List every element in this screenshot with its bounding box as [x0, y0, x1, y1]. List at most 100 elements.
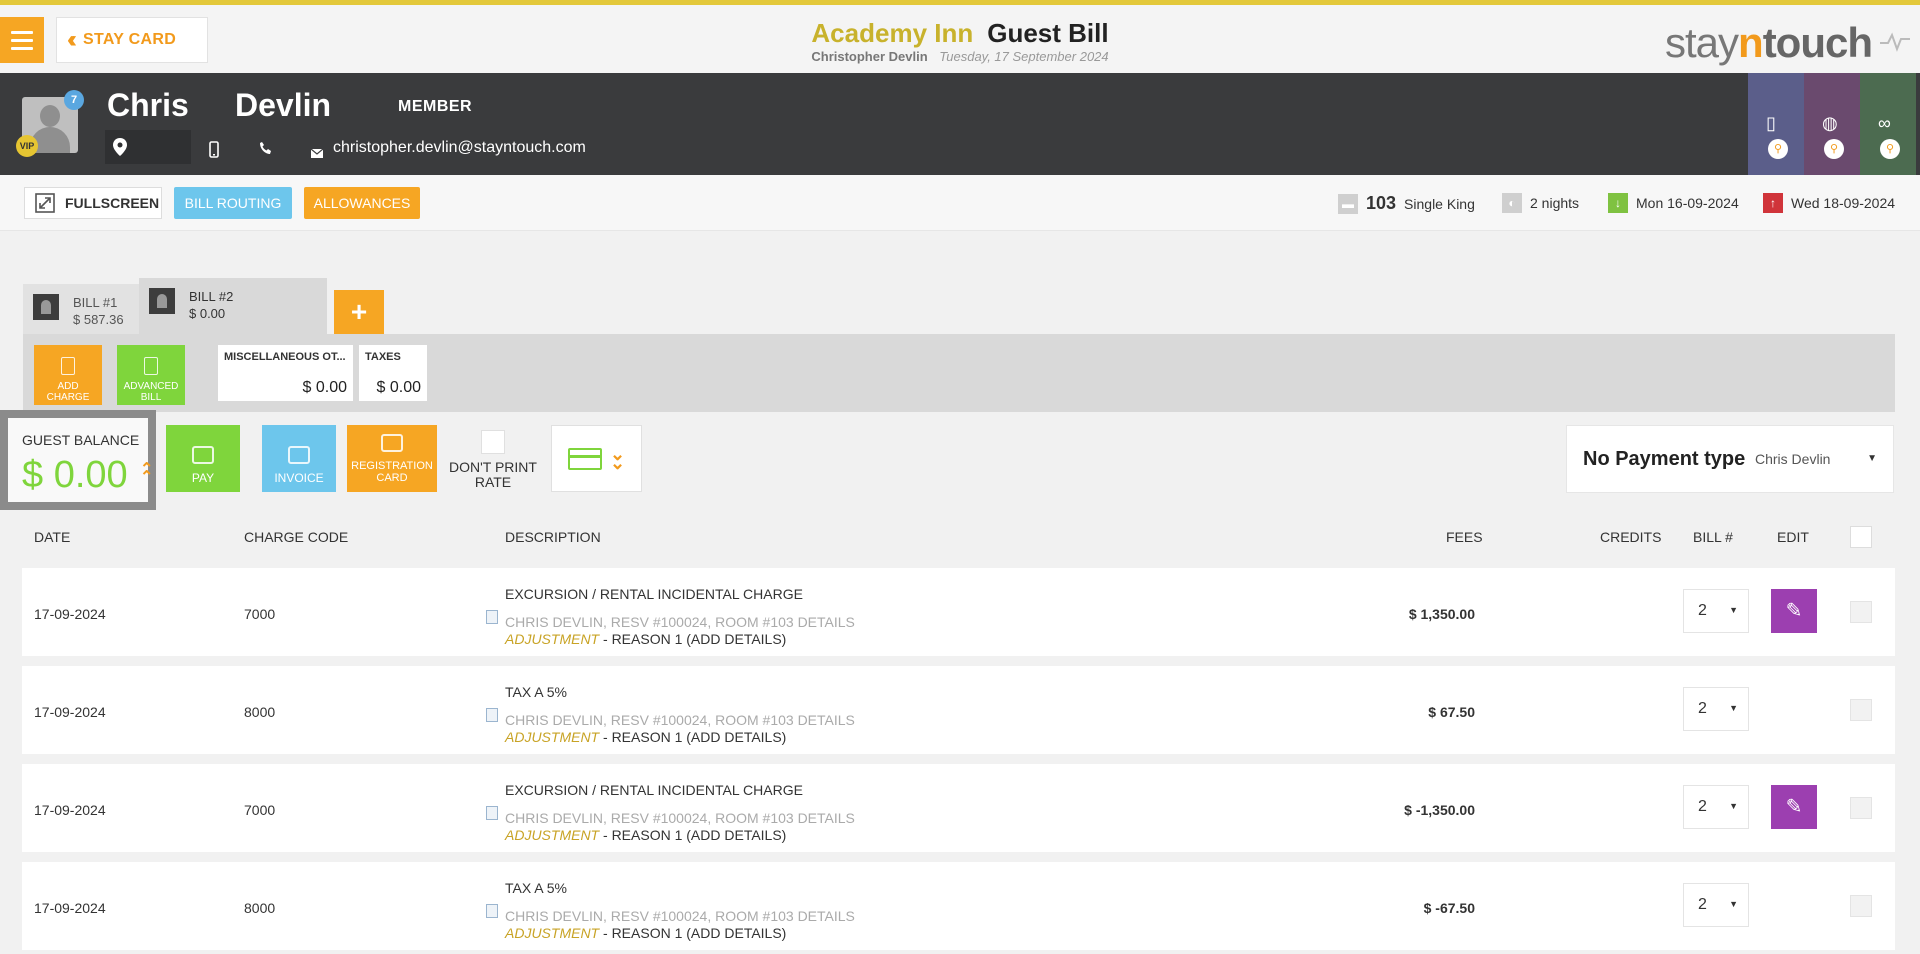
- mobile-phone-icon[interactable]: [209, 141, 219, 162]
- bill-tab-2[interactable]: BILL #2 $ 0.00: [139, 278, 327, 334]
- tile-globe[interactable]: ◍ ⚲: [1804, 73, 1860, 175]
- advanced-bill-label-line2: BILL: [140, 392, 162, 403]
- pencil-icon: ✎: [1785, 600, 1803, 622]
- card-payment-button[interactable]: ⌄ ⌄: [551, 425, 642, 492]
- select-all-checkbox[interactable]: [1850, 526, 1872, 548]
- bed-icon: ▬: [1338, 193, 1358, 214]
- double-chevron-down-icon: ⌄ ⌄: [609, 443, 626, 473]
- fullscreen-button[interactable]: FULLSCREEN: [24, 187, 162, 219]
- bill-number-select[interactable]: 2 ▼: [1683, 687, 1749, 731]
- header-fees: FEES: [1446, 529, 1483, 545]
- guest-last-name[interactable]: Devlin: [235, 87, 331, 124]
- nights-count: 2 nights: [1530, 195, 1580, 211]
- pencil-icon: ✎: [1785, 796, 1803, 818]
- room-info: ▬ 103 Single King: [1338, 193, 1475, 214]
- arrival-info: ↓ Mon 16-09-2024: [1608, 193, 1739, 213]
- edit-button[interactable]: ✎: [1771, 785, 1817, 829]
- summary-label: TAXES: [365, 351, 401, 363]
- adjustment-reason: - REASON 1 (ADD DETAILS): [599, 827, 787, 843]
- charges-table-header: DATE CHARGE CODE DESCRIPTION FEES CREDIT…: [0, 515, 1920, 559]
- advanced-bill-button[interactable]: ADVANCED BILL: [117, 345, 185, 405]
- logo-part-touch: touch: [1762, 19, 1873, 66]
- globe-icon: ◍: [1822, 113, 1838, 133]
- membership-label: MEMBER: [398, 98, 473, 115]
- row-fees: $ 1,350.00: [1408, 606, 1475, 622]
- bill-number-select[interactable]: 2 ▼: [1683, 589, 1749, 633]
- stayntouch-logo: stayntouch: [1665, 19, 1873, 67]
- row-adjustment: ADJUSTMENT - REASON 1 (ADD DETAILS): [505, 631, 786, 647]
- row-description: EXCURSION / RENTAL INCIDENTAL CHARGE: [505, 586, 803, 602]
- circles-icon: ∞: [1878, 113, 1891, 133]
- adjustment-tag: ADJUSTMENT: [505, 729, 600, 745]
- summary-value: $ 0.00: [376, 379, 421, 396]
- dont-print-rate-checkbox[interactable]: [481, 430, 505, 454]
- registration-label-line1: REGISTRATION: [351, 460, 433, 472]
- phone-icon[interactable]: [259, 141, 273, 159]
- row-checkbox[interactable]: [1850, 797, 1872, 819]
- bill-tab-label: BILL #2: [189, 289, 234, 304]
- room-number: 103: [1366, 193, 1397, 213]
- departure-info: ↑ Wed 18-09-2024: [1763, 193, 1895, 213]
- table-row: 17-09-2024 8000 TAX A 5% CHRIS DEVLIN, R…: [22, 666, 1895, 754]
- activity-pulse-icon[interactable]: [1880, 29, 1916, 59]
- room-type: Single King: [1404, 195, 1475, 212]
- pay-label: PAY: [191, 471, 215, 485]
- row-description: EXCURSION / RENTAL INCIDENTAL CHARGE: [505, 782, 803, 798]
- pay-button[interactable]: PAY: [166, 425, 240, 492]
- bill-number-select[interactable]: 2 ▼: [1683, 883, 1749, 927]
- payment-type-select[interactable]: No Payment type Chris Devlin ▼: [1566, 425, 1894, 493]
- row-details: CHRIS DEVLIN, RESV #100024, ROOM #103 DE…: [505, 908, 855, 924]
- subtitle-guest-name: Christopher Devlin: [811, 49, 928, 64]
- edit-button[interactable]: ✎: [1771, 589, 1817, 633]
- bill-avatar-icon: [33, 294, 59, 320]
- add-charge-button[interactable]: ADD CHARGE: [34, 345, 102, 405]
- add-bill-button[interactable]: +: [334, 290, 384, 334]
- logo-part-stay: stay: [1665, 19, 1739, 66]
- building-icon: ▯: [1766, 113, 1776, 133]
- bill-avatar-icon: [149, 288, 175, 314]
- caret-down-icon: ▼: [1867, 453, 1877, 464]
- payer-name: Chris Devlin: [1755, 451, 1831, 467]
- row-checkbox[interactable]: [1850, 699, 1872, 721]
- table-row: 17-09-2024 7000 EXCURSION / RENTAL INCID…: [22, 568, 1895, 656]
- document-icon: [486, 904, 498, 918]
- row-date: 17-09-2024: [34, 704, 106, 720]
- dont-print-rate-toggle[interactable]: DON'T PRINT RATE: [448, 430, 538, 490]
- location-field[interactable]: [105, 130, 191, 164]
- row-checkbox[interactable]: [1850, 601, 1872, 623]
- page-subtitle: Christopher Devlin Tuesday, 17 September…: [0, 49, 1920, 64]
- bill-tab-label: BILL #1: [73, 295, 118, 310]
- top-bar: ‹‹ STAY CARD Academy Inn Guest Bill Chris…: [0, 5, 1920, 73]
- allowances-button[interactable]: ALLOWANCES: [304, 187, 420, 219]
- invoice-button[interactable]: INVOICE: [262, 425, 336, 492]
- page-title-text: Guest Bill: [987, 18, 1109, 48]
- row-details: CHRIS DEVLIN, RESV #100024, ROOM #103 DE…: [505, 810, 855, 826]
- row-charge-code: 7000: [244, 802, 276, 818]
- tile-circles[interactable]: ∞ ⚲: [1860, 73, 1916, 175]
- table-row: 17-09-2024 8000 TAX A 5% CHRIS DEVLIN, R…: [22, 862, 1895, 950]
- guest-balance-label: GUEST BALANCE: [22, 432, 140, 448]
- guest-email[interactable]: christopher.devlin@stayntouch.com: [333, 139, 586, 157]
- bill-tab-1[interactable]: BILL #1 $ 587.36: [23, 284, 139, 334]
- bill-number-select[interactable]: 2 ▼: [1683, 785, 1749, 829]
- registration-card-button[interactable]: REGISTRATION CARD: [347, 425, 437, 492]
- notification-count-badge: 7: [64, 90, 84, 110]
- guest-side-tiles: ▯ ⚲ ◍ ⚲ ∞ ⚲: [1748, 73, 1920, 175]
- header-charge-code: CHARGE CODE: [244, 529, 349, 545]
- double-chevron-up-icon[interactable]: ⌃ ⌃: [140, 462, 153, 486]
- header-edit: EDIT: [1777, 529, 1809, 545]
- arrow-up-icon: ↑: [1763, 193, 1783, 213]
- departure-date: Wed 18-09-2024: [1791, 195, 1896, 211]
- adjustment-tag: ADJUSTMENT: [505, 631, 600, 647]
- guest-first-name[interactable]: Chris: [107, 87, 189, 124]
- row-checkbox[interactable]: [1850, 895, 1872, 917]
- adjustment-tag: ADJUSTMENT: [505, 925, 600, 941]
- row-date: 17-09-2024: [34, 900, 106, 916]
- tile-building[interactable]: ▯ ⚲: [1748, 73, 1804, 175]
- caret-down-icon: ▼: [1729, 801, 1738, 811]
- adjustment-reason: - REASON 1 (ADD DETAILS): [599, 925, 787, 941]
- guest-balance-box: GUEST BALANCE $ 0.00 ⌃ ⌃: [0, 410, 156, 510]
- bill-routing-button[interactable]: BILL ROUTING: [174, 187, 292, 219]
- hotel-name: Academy Inn: [811, 18, 974, 48]
- table-row: 17-09-2024 7000 EXCURSION / RENTAL INCID…: [22, 764, 1895, 852]
